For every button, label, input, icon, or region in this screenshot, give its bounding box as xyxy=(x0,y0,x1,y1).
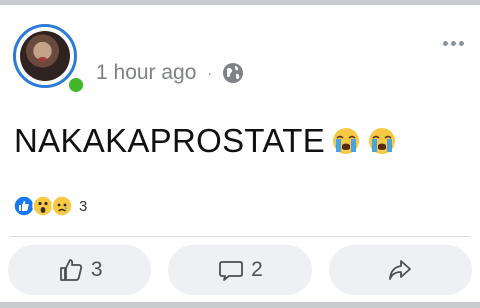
crying-face-emoji-icon xyxy=(369,128,396,154)
comment-button[interactable]: 2 xyxy=(168,245,312,295)
share-arrow-icon xyxy=(389,260,412,280)
share-button[interactable] xyxy=(328,245,472,295)
thumbs-up-icon xyxy=(59,259,82,281)
comment-count: 2 xyxy=(251,258,263,281)
avatar[interactable] xyxy=(13,24,77,88)
like-button[interactable]: 3 xyxy=(8,245,152,295)
crying-face-emoji-icon xyxy=(333,128,360,154)
globe-icon[interactable] xyxy=(221,61,245,85)
post-text-content: NAKAKAPROSTATE xyxy=(14,122,326,159)
avatar-photo xyxy=(20,31,70,81)
post-meta: 1 hour ago · xyxy=(96,60,245,86)
more-dot xyxy=(443,41,448,46)
post-timestamp[interactable]: 1 hour ago xyxy=(96,61,196,85)
more-options-icon[interactable] xyxy=(443,41,464,46)
action-bar: 3 2 xyxy=(8,245,472,295)
reaction-count: 3 xyxy=(79,197,88,215)
divider xyxy=(10,236,470,237)
reaction-summary[interactable]: 3 xyxy=(13,195,87,217)
meta-separator: · xyxy=(207,65,213,81)
like-count: 3 xyxy=(90,258,103,281)
more-dot xyxy=(451,41,456,46)
post-text: NAKAKAPROSTATE xyxy=(14,122,397,160)
more-dot xyxy=(459,41,464,46)
post-card: 1 hour ago · NAKAKAPROSTATE 3 3 2 xyxy=(0,5,480,302)
comment-icon xyxy=(219,261,244,281)
online-status-dot xyxy=(67,76,85,94)
avatar-detail xyxy=(38,57,47,62)
sad-reaction-icon xyxy=(51,195,73,217)
